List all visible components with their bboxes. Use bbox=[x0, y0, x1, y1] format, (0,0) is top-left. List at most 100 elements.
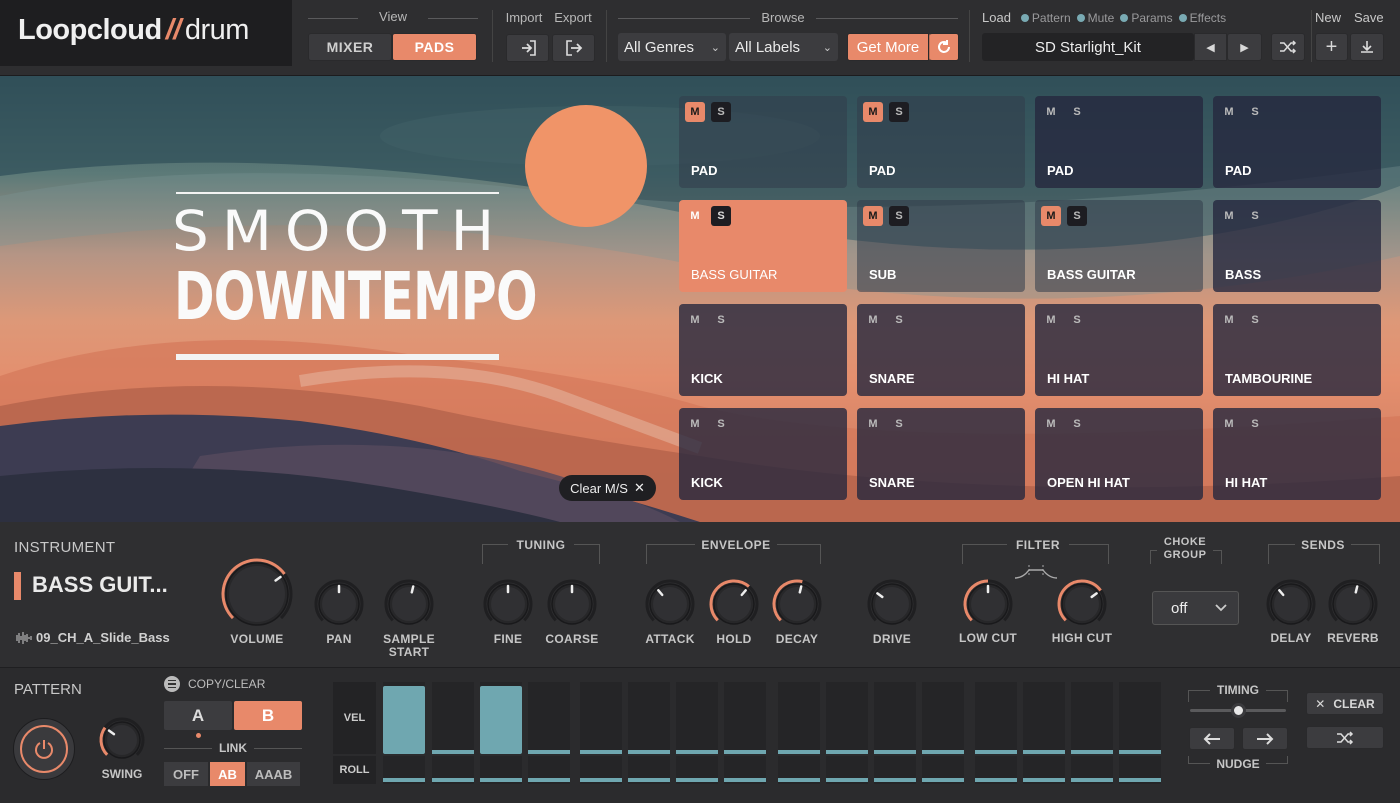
pad-solo-button[interactable]: S bbox=[1067, 310, 1087, 330]
pad-solo-button[interactable]: S bbox=[1067, 414, 1087, 434]
export-button[interactable] bbox=[552, 34, 595, 62]
knob-volume[interactable] bbox=[220, 557, 294, 631]
knob-drive[interactable] bbox=[866, 578, 918, 630]
link-ab-button[interactable]: AB bbox=[210, 762, 245, 786]
pad-solo-button[interactable]: S bbox=[1245, 206, 1265, 226]
pad-solo-button[interactable]: S bbox=[1245, 414, 1265, 434]
drum-pad[interactable]: M S PAD bbox=[679, 96, 847, 188]
drum-pad[interactable]: M S TAMBOURINE bbox=[1213, 304, 1381, 396]
knob-hold[interactable] bbox=[708, 578, 760, 630]
drum-pad[interactable]: M S SUB bbox=[857, 200, 1025, 292]
refresh-button[interactable] bbox=[929, 33, 959, 61]
pad-solo-button[interactable]: S bbox=[889, 102, 909, 122]
new-kit-button[interactable]: + bbox=[1315, 33, 1348, 61]
step-velocity-cell[interactable] bbox=[874, 682, 916, 754]
step-roll-cell[interactable] bbox=[676, 756, 718, 784]
clear-mute-solo-button[interactable]: Clear M/S ✕ bbox=[559, 475, 656, 501]
step-velocity-cell[interactable] bbox=[975, 682, 1017, 754]
drum-pad[interactable]: M S HI HAT bbox=[1213, 408, 1381, 500]
step-velocity-cell[interactable] bbox=[778, 682, 820, 754]
drum-pad[interactable]: M S SNARE bbox=[857, 304, 1025, 396]
shuffle-kit-button[interactable] bbox=[1271, 33, 1305, 61]
load-opt-mute[interactable]: Mute bbox=[1076, 11, 1114, 25]
link-aaab-button[interactable]: AAAB bbox=[247, 762, 300, 786]
step-roll-cell[interactable] bbox=[432, 756, 474, 784]
knob-decay[interactable] bbox=[771, 578, 823, 630]
pattern-power-button[interactable] bbox=[13, 718, 75, 780]
drum-pad[interactable]: M S PAD bbox=[1213, 96, 1381, 188]
knob-attack[interactable] bbox=[644, 578, 696, 630]
clear-pattern-button[interactable]: ✕ CLEAR bbox=[1306, 692, 1384, 715]
pad-mute-button[interactable]: M bbox=[863, 206, 883, 226]
pattern-a-button[interactable]: A bbox=[164, 701, 232, 730]
drum-pad[interactable]: M S KICK bbox=[679, 304, 847, 396]
step-roll-cell[interactable] bbox=[480, 756, 522, 784]
pad-solo-button[interactable]: S bbox=[889, 414, 909, 434]
pad-mute-button[interactable]: M bbox=[1041, 102, 1061, 122]
step-velocity-cell[interactable] bbox=[528, 682, 570, 754]
drum-pad[interactable]: M S PAD bbox=[857, 96, 1025, 188]
pad-mute-button[interactable]: M bbox=[1041, 310, 1061, 330]
pad-mute-button[interactable]: M bbox=[863, 310, 883, 330]
step-roll-cell[interactable] bbox=[383, 756, 425, 784]
knob-low-cut[interactable] bbox=[962, 578, 1014, 630]
pattern-b-button[interactable]: B bbox=[234, 701, 302, 730]
mixer-button[interactable]: MIXER bbox=[308, 33, 392, 61]
drum-pad[interactable]: M S OPEN HI HAT bbox=[1035, 408, 1203, 500]
pad-solo-button[interactable]: S bbox=[711, 414, 731, 434]
pad-mute-button[interactable]: M bbox=[685, 414, 705, 434]
drum-pad[interactable]: M S SNARE bbox=[857, 408, 1025, 500]
pad-solo-button[interactable]: S bbox=[1067, 206, 1087, 226]
pad-mute-button[interactable]: M bbox=[685, 310, 705, 330]
pad-mute-button[interactable]: M bbox=[1041, 206, 1061, 226]
pad-solo-button[interactable]: S bbox=[1245, 310, 1265, 330]
load-opt-effects[interactable]: Effects bbox=[1178, 11, 1226, 25]
pad-mute-button[interactable]: M bbox=[1219, 206, 1239, 226]
pad-solo-button[interactable]: S bbox=[1067, 102, 1087, 122]
pad-solo-button[interactable]: S bbox=[711, 206, 731, 226]
drum-pad[interactable]: M S PAD bbox=[1035, 96, 1203, 188]
drum-pad[interactable]: M S BASS bbox=[1213, 200, 1381, 292]
step-velocity-cell[interactable] bbox=[676, 682, 718, 754]
pad-solo-button[interactable]: S bbox=[889, 206, 909, 226]
pad-mute-button[interactable]: M bbox=[1219, 310, 1239, 330]
kit-name-display[interactable]: SD Starlight_Kit bbox=[982, 33, 1194, 61]
pad-solo-button[interactable]: S bbox=[1245, 102, 1265, 122]
pad-mute-button[interactable]: M bbox=[1219, 102, 1239, 122]
step-velocity-cell[interactable] bbox=[580, 682, 622, 754]
pad-mute-button[interactable]: M bbox=[863, 102, 883, 122]
nudge-right-button[interactable] bbox=[1242, 727, 1288, 750]
step-roll-cell[interactable] bbox=[778, 756, 820, 784]
pad-solo-button[interactable]: S bbox=[711, 310, 731, 330]
drum-pad[interactable]: M S BASS GUITAR bbox=[679, 200, 847, 292]
step-velocity-cell[interactable] bbox=[724, 682, 766, 754]
pad-mute-button[interactable]: M bbox=[1219, 414, 1239, 434]
nudge-left-button[interactable] bbox=[1189, 727, 1235, 750]
labels-select[interactable]: All Labels ⌄ bbox=[729, 33, 838, 61]
sample-name-row[interactable]: 09_CH_A_Slide_Bass bbox=[14, 630, 170, 645]
pad-solo-button[interactable]: S bbox=[711, 102, 731, 122]
step-roll-cell[interactable] bbox=[975, 756, 1017, 784]
step-velocity-cell[interactable] bbox=[1119, 682, 1161, 754]
knob-pan[interactable] bbox=[313, 578, 365, 630]
import-button[interactable] bbox=[506, 34, 549, 62]
step-velocity-cell[interactable] bbox=[480, 682, 522, 754]
drum-pad[interactable]: M S BASS GUITAR bbox=[1035, 200, 1203, 292]
pad-mute-button[interactable]: M bbox=[1041, 414, 1061, 434]
pad-solo-button[interactable]: S bbox=[889, 310, 909, 330]
step-roll-cell[interactable] bbox=[724, 756, 766, 784]
step-velocity-cell[interactable] bbox=[826, 682, 868, 754]
link-off-button[interactable]: OFF bbox=[164, 762, 208, 786]
load-opt-params[interactable]: Params bbox=[1120, 11, 1173, 25]
timing-slider-thumb[interactable] bbox=[1231, 703, 1246, 718]
knob-coarse[interactable] bbox=[546, 578, 598, 630]
genre-select[interactable]: All Genres ⌄ bbox=[618, 33, 726, 61]
pads-button[interactable]: PADS bbox=[392, 33, 477, 61]
instrument-name[interactable]: BASS GUIT... bbox=[32, 572, 168, 598]
drum-pad[interactable]: M S HI HAT bbox=[1035, 304, 1203, 396]
pad-mute-button[interactable]: M bbox=[685, 206, 705, 226]
pad-mute-button[interactable]: M bbox=[863, 414, 883, 434]
step-velocity-cell[interactable] bbox=[1023, 682, 1065, 754]
load-opt-pattern[interactable]: Pattern bbox=[1020, 11, 1071, 25]
next-kit-button[interactable]: ▶ bbox=[1227, 33, 1262, 61]
